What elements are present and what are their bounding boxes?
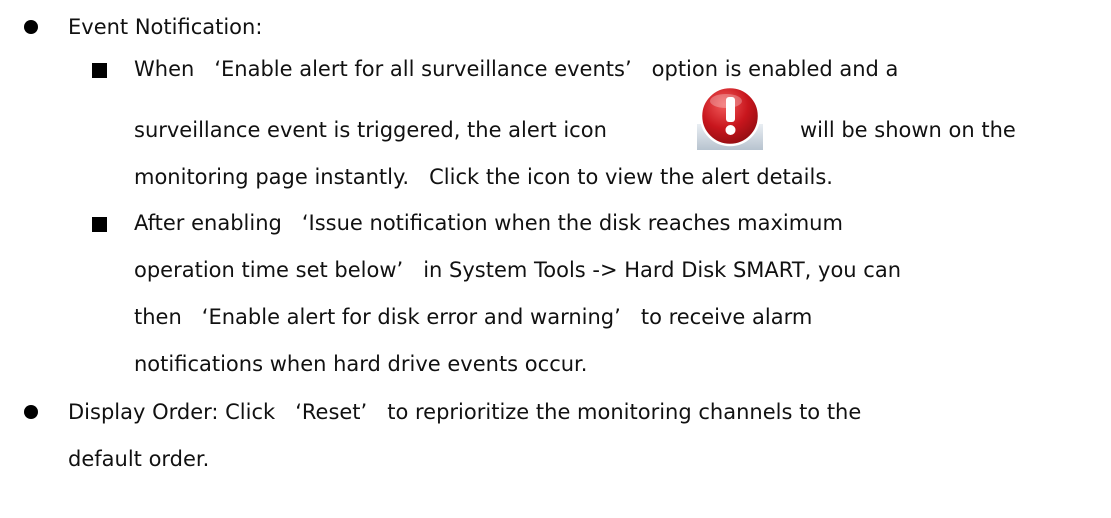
item1-line2-after-icon: will be shown on the <box>800 118 1016 142</box>
section-title-event-notification: Event Notification: <box>68 15 263 39</box>
bullet-square-icon <box>92 63 107 78</box>
item1-line3: monitoring page instantly. Click the ico… <box>134 165 833 189</box>
alert-icon <box>697 85 763 150</box>
item1-line2-before-icon: surveillance event is triggered, the ale… <box>134 118 607 142</box>
item2-line2: operation time set below’ in System Tool… <box>134 258 902 282</box>
item2-line1: After enabling ‘Issue notification when … <box>134 211 843 235</box>
bullet-square-icon <box>92 217 107 232</box>
item1-line1: When ‘Enable alert for all surveillance … <box>134 57 899 81</box>
item2-line4: notifications when hard drive events occ… <box>134 352 588 376</box>
section2-line1: Display Order: Click ‘Reset’ to repriori… <box>68 400 862 424</box>
bullet-dot-icon <box>24 20 38 34</box>
section2-line2: default order. <box>68 447 210 471</box>
item2-line3: then ‘Enable alert for disk error and wa… <box>134 305 813 329</box>
bullet-dot-icon <box>24 405 38 419</box>
